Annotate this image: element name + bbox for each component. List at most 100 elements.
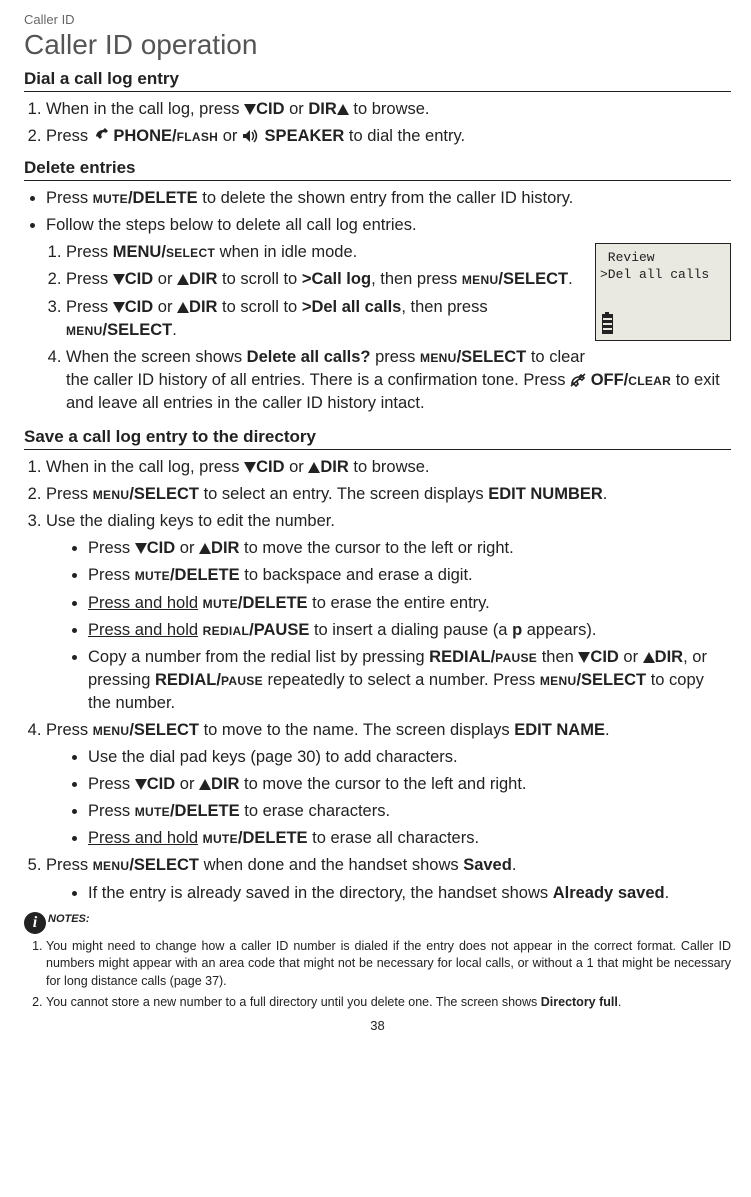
- key-label: DIR: [189, 298, 217, 316]
- key-label: /SELECT: [129, 485, 199, 503]
- triangle-up-icon: [177, 274, 189, 285]
- triangle-down-icon: [113, 302, 125, 313]
- battery-icon: [602, 314, 613, 334]
- lcd-line1: Review: [600, 250, 726, 266]
- menu-item: >Call log: [302, 270, 371, 288]
- key-label: DIR: [655, 648, 683, 666]
- text: Press: [46, 856, 93, 874]
- key-label: /DELETE: [128, 189, 198, 207]
- list-item: When in the call log, press CID or DIR t…: [46, 98, 731, 121]
- list-item: Press and hold redial/PAUSE to insert a …: [88, 619, 731, 642]
- triangle-up-icon: [199, 779, 211, 790]
- text: Press: [88, 539, 135, 557]
- list-item: Press CID or DIR to move the cursor to t…: [88, 773, 731, 796]
- list-item: Press mute/DELETE to delete the shown en…: [46, 187, 731, 210]
- text: to insert a dialing pause (a: [309, 621, 512, 639]
- text: Press: [88, 566, 135, 584]
- key-label: /SELECT: [129, 856, 199, 874]
- page-title: Caller ID operation: [24, 29, 731, 61]
- key-label: CID: [590, 648, 618, 666]
- text: Press: [46, 721, 93, 739]
- text: .: [568, 270, 573, 288]
- text: appears).: [522, 621, 596, 639]
- key-label: /DELETE: [170, 802, 240, 820]
- text: , then press: [401, 298, 487, 316]
- off-icon: [570, 371, 591, 389]
- triangle-down-icon: [244, 104, 256, 115]
- triangle-down-icon: [244, 462, 256, 473]
- key-label: PHONE/: [113, 127, 176, 145]
- text: repeatedly to select a number. Press: [263, 671, 540, 689]
- lcd-screen: Review >Del all calls: [595, 243, 731, 341]
- speaker-icon: [242, 127, 260, 150]
- delete-bullets: Press mute/DELETE to delete the shown en…: [24, 187, 731, 237]
- triangle-down-icon: [135, 543, 147, 554]
- text: .: [603, 485, 608, 503]
- list-item: When the screen shows Delete all calls? …: [66, 346, 731, 415]
- key-label: DIR: [211, 775, 239, 793]
- list-item: If the entry is already saved in the dir…: [88, 882, 731, 905]
- triangle-up-icon: [643, 652, 655, 663]
- key-label: MENU/: [113, 243, 166, 261]
- text: to scroll to: [217, 270, 301, 288]
- triangle-down-icon: [113, 274, 125, 285]
- text: to browse.: [349, 458, 430, 476]
- notes-list: You might need to change how a caller ID…: [24, 938, 731, 1012]
- text: Press and hold: [88, 829, 198, 847]
- text: to erase all characters.: [308, 829, 480, 847]
- list-item: Copy a number from the redial list by pr…: [88, 646, 731, 715]
- text: Use the dial pad keys (page 30) to add c…: [88, 748, 458, 766]
- key-label: /SELECT: [129, 721, 199, 739]
- text: .: [172, 321, 177, 339]
- text: Press: [66, 270, 113, 288]
- key-label: /DELETE: [238, 829, 308, 847]
- info-icon: i: [24, 912, 46, 934]
- text: .: [605, 721, 610, 739]
- text: .: [618, 995, 621, 1009]
- key-label: CID: [125, 298, 153, 316]
- key-label: mute: [135, 566, 170, 584]
- triangle-up-icon: [337, 104, 349, 115]
- save-sub-bullets-1: Press CID or DIR to move the cursor to t…: [46, 537, 731, 715]
- key-label: /DELETE: [238, 594, 308, 612]
- list-item: You might need to change how a caller ID…: [46, 938, 731, 991]
- key-label: DIR: [211, 539, 239, 557]
- text: to scroll to: [217, 298, 301, 316]
- text: to select an entry. The screen displays: [199, 485, 488, 503]
- text: when in idle mode.: [215, 243, 357, 261]
- key-label: /SELECT: [576, 671, 646, 689]
- save-sub-bullets-3: If the entry is already saved in the dir…: [46, 882, 731, 905]
- key-label: menu: [93, 485, 130, 503]
- section-heading-dial: Dial a call log entry: [24, 69, 731, 92]
- text: Press: [66, 243, 113, 261]
- text: You might need to change how a caller ID…: [46, 939, 731, 988]
- list-item: Press menu/SELECT to select an entry. Th…: [46, 483, 731, 506]
- triangle-up-icon: [199, 543, 211, 554]
- text: Follow the steps below to delete all cal…: [46, 216, 417, 234]
- text: to erase characters.: [240, 802, 390, 820]
- text: Press: [46, 485, 93, 503]
- text: or: [153, 298, 177, 316]
- key-label: /SELECT: [457, 348, 527, 366]
- text: or: [175, 775, 199, 793]
- key-label: redial: [203, 621, 249, 639]
- list-item: Press CID or DIR to move the cursor to t…: [88, 537, 731, 560]
- text: to move the cursor to the left or right.: [239, 539, 513, 557]
- text: or: [285, 100, 309, 118]
- key-label: menu: [540, 671, 577, 689]
- text: When the screen shows: [66, 348, 247, 366]
- text: .: [665, 884, 670, 902]
- text: Press: [46, 127, 93, 145]
- text: press: [371, 348, 421, 366]
- text: Press and hold: [88, 621, 198, 639]
- key-label: pause: [495, 648, 537, 666]
- text: to browse.: [349, 100, 430, 118]
- key-label: DIR: [189, 270, 217, 288]
- key-label: pause: [221, 671, 263, 689]
- key-label: menu: [66, 321, 103, 339]
- text: Press and hold: [88, 594, 198, 612]
- list-item: Use the dialing keys to edit the number.…: [46, 510, 731, 715]
- key-label: CID: [147, 539, 175, 557]
- text: to move to the name. The screen displays: [199, 721, 514, 739]
- text: to delete the shown entry from the calle…: [198, 189, 574, 207]
